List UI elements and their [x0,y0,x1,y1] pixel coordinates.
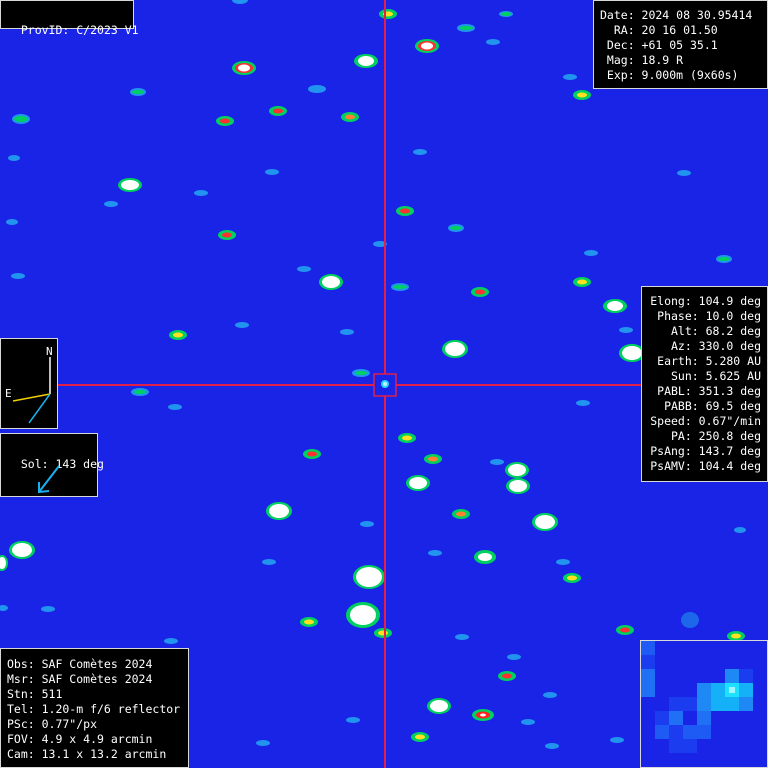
earth-distance-text: Earth: 5.280 AU [657,354,761,368]
psamv-text: PsAMV: 104.4 deg [650,459,761,473]
sun-direction-arrow-icon [38,465,60,494]
provid-text: ProvID: C/2023 V1 [20,23,139,37]
date-text: Date: 2024 08 30.95414 [600,8,753,22]
fov-text: FOV: 4.9 x 4.9 arcmin [7,732,153,746]
elong-text: Elong: 104.9 deg [650,294,761,308]
observer-text: Obs: SAF Comètes 2024 [7,657,153,671]
pa-text: PA: 250.8 deg [670,429,761,443]
psang-text: PsAng: 143.7 deg [650,444,761,458]
station-text: Stn: 511 [7,687,63,701]
sun-distance-text: Sun: 5.625 AU [670,369,761,383]
speed-text: Speed: 0.67"/min [650,414,761,428]
provisional-designation-label: ProvID: C/2023 V1 [0,0,139,37]
ra-text: RA: 20 16 01.50 [600,23,718,37]
exp-text: Exp: 9.000m (9x60s) [600,68,739,82]
dec-text: Dec: +61 05 35.1 [600,38,718,52]
geometry-panel: Elong: 104.9 deg Phase: 10.0 deg Alt: 68.2… [641,286,768,482]
compass-east-label: E [5,387,12,400]
camera-text: Cam: 13.1 x 13.2 arcmin [7,747,167,761]
az-text: Az: 330.0 deg [670,339,761,353]
target-zoom-inset [640,640,768,768]
compass-north-label: N [46,345,53,358]
observation-info-panel: Obs: SAF Comètes 2024 Msr: SAF Comètes 20… [0,648,189,768]
telescope-text: Tel: 1.20-m f/6 reflector [7,702,181,716]
measurer-text: Msr: SAF Comètes 2024 [7,672,153,686]
ephemeris-panel: Date: 2024 08 30.95414 RA: 20 16 01.50 D… [593,0,768,89]
pabl-text: PABL: 351.3 deg [657,384,761,398]
mag-text: Mag: 18.9 R [600,53,684,67]
pixel-scale-text: PSc: 0.77"/px [7,717,98,731]
compass-panel: N E [0,338,58,429]
alt-text: Alt: 68.2 deg [670,324,761,338]
pabb-text: PABB: 69.5 deg [664,399,761,413]
phase-text: Phase: 10.0 deg [657,309,761,323]
sun-direction-panel: Sol: 143 deg [0,433,104,497]
zoom-pixel-image [641,641,767,767]
